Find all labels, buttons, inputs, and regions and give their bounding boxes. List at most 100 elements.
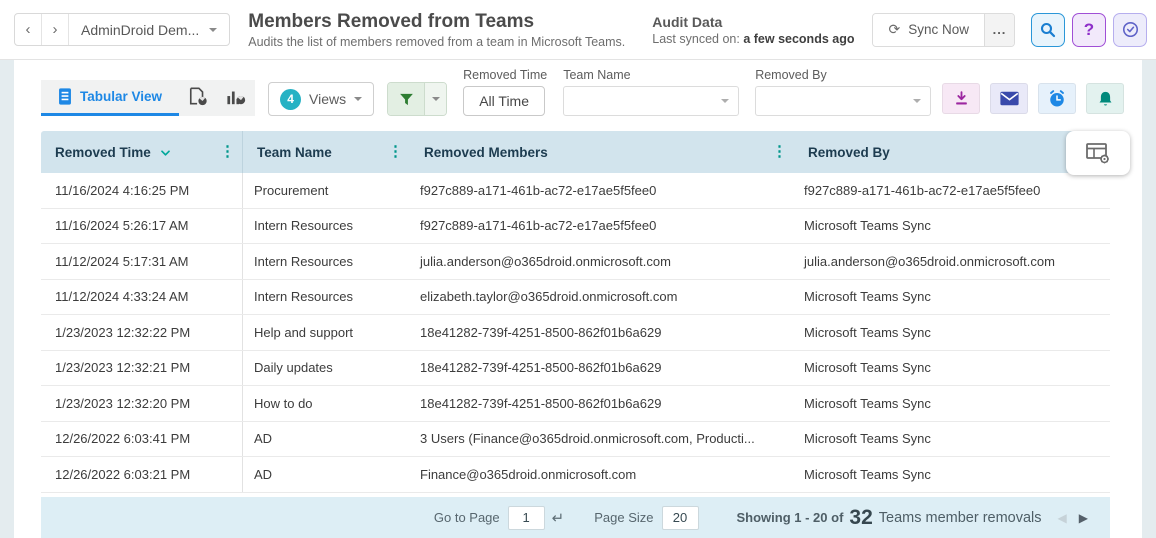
table-cell: Microsoft Teams Sync (804, 395, 931, 411)
table-cell: 12/26/2022 6:03:41 PM (41, 421, 243, 456)
pagination: ◀ ▶ (1058, 511, 1088, 525)
table-cell: Procurement (254, 182, 329, 198)
prev-page-icon[interactable]: ◀ (1058, 511, 1067, 525)
table-cell: 11/12/2024 4:33:24 AM (41, 279, 243, 314)
back-button[interactable]: ‹ (15, 14, 42, 45)
column-header-removed-members[interactable]: Removed Members ⋮ (410, 131, 794, 173)
column-header-removed-by[interactable]: Removed By ⋮ (794, 131, 1110, 173)
tenant-name: AdminDroid Dem... (81, 21, 200, 38)
chevron-down-icon (721, 99, 730, 107)
filter-button[interactable] (388, 83, 425, 115)
table-cell: 3 Users (Finance@o365droid.onmicrosoft.c… (420, 431, 755, 447)
table-cell: AD (254, 431, 273, 447)
filter-team-name: Team Name (563, 68, 740, 116)
help-button[interactable]: ? (1072, 12, 1106, 47)
schedule-report-button[interactable] (1038, 83, 1076, 114)
table-row[interactable]: 11/16/2024 4:16:25 PM Procurement f927c889… (41, 173, 1110, 209)
audit-data-block: Audit Data Last synced on: a few seconds… (652, 14, 854, 46)
column-header-removed-time[interactable]: Removed Time ⋮ (41, 131, 243, 173)
team-name-select[interactable] (563, 86, 740, 116)
tab-report-settings[interactable] (179, 80, 217, 116)
showing-total: 32 (849, 505, 873, 529)
alarm-clock-icon (1050, 89, 1064, 106)
filter-split-button (387, 82, 448, 116)
search-button[interactable] (1031, 12, 1065, 47)
sync-now-button[interactable]: ⟳ Sync Now (873, 13, 984, 46)
column-label: Removed Members (424, 144, 548, 160)
enter-icon[interactable]: ↵ (552, 509, 565, 527)
table-cell: 1/23/2023 12:32:21 PM (41, 350, 243, 385)
chevron-down-icon (431, 97, 440, 105)
column-label: Removed By (808, 144, 890, 160)
table-cell: 18e41282-739f-4251-8500-862f01b6a629 (420, 360, 662, 376)
table-row[interactable]: 1/23/2023 12:32:20 PM How to do 18e41282-7… (41, 386, 1110, 422)
column-label: Removed Time (55, 144, 151, 160)
filter-removed-by-label: Removed By (755, 68, 827, 82)
views-count-badge: 4 (280, 88, 302, 110)
table-row[interactable]: 11/16/2024 5:26:17 AM Intern Resources f92… (41, 208, 1110, 244)
table-cell: 11/12/2024 5:17:31 AM (41, 244, 243, 279)
tenant-dropdown[interactable]: AdminDroid Dem... (69, 14, 229, 45)
funnel-icon (399, 93, 413, 105)
column-menu-icon[interactable]: ⋮ (772, 144, 787, 159)
page-title: Members Removed from Teams (248, 10, 535, 32)
table-cell: Microsoft Teams Sync (804, 431, 931, 447)
download-icon (955, 91, 967, 105)
removed-by-select[interactable] (755, 86, 932, 116)
table-row[interactable]: 11/12/2024 4:33:24 AM Intern Resources eli… (41, 279, 1110, 315)
goto-page-input[interactable] (507, 505, 545, 530)
search-icon (1040, 22, 1056, 37)
views-dropdown[interactable]: 4 Views (268, 82, 375, 116)
table-row[interactable]: 1/23/2023 12:32:21 PM Daily updates 18e412… (41, 350, 1110, 386)
tab-tabular-view[interactable]: Tabular View (41, 80, 180, 116)
alerts-button[interactable] (1086, 83, 1124, 114)
table-cell: Microsoft Teams Sync (804, 466, 931, 482)
report-card: Tabular View 4 Views Removed Time All Ti… (14, 60, 1142, 538)
table-cell: Microsoft Teams Sync (804, 289, 931, 305)
column-settings-button[interactable] (1066, 131, 1130, 175)
sync-more-button[interactable]: ... (984, 13, 1014, 46)
clock-check-icon (1122, 21, 1138, 38)
filter-team-name-label: Team Name (563, 68, 631, 82)
last-synced-value: a few seconds ago (743, 31, 855, 46)
column-header-team-name[interactable]: Team Name ⋮ (243, 131, 410, 173)
table-cell: Finance@o365droid.onmicrosoft.com (420, 466, 637, 482)
table-cell: julia.anderson@o365droid.onmicrosoft.com (420, 253, 671, 269)
next-page-icon[interactable]: ▶ (1079, 511, 1088, 525)
export-download-button[interactable] (942, 83, 980, 114)
table-cell: 11/16/2024 5:26:17 AM (41, 208, 243, 243)
table-cell: Microsoft Teams Sync (804, 360, 931, 376)
table-cell: Microsoft Teams Sync (804, 324, 931, 340)
forward-button[interactable]: › (42, 14, 69, 45)
filter-options-button[interactable] (424, 83, 447, 115)
removed-time-filter-value[interactable]: All Time (463, 86, 546, 116)
task-status-button[interactable] (1113, 12, 1147, 47)
table-cell: 1/23/2023 12:32:20 PM (41, 386, 243, 421)
last-synced-label: Last synced on: (652, 31, 740, 46)
table-cell: How to do (254, 395, 313, 411)
column-menu-icon[interactable]: ⋮ (388, 144, 403, 159)
chevron-down-icon (209, 27, 218, 36)
sort-desc-icon[interactable] (160, 150, 171, 157)
filter-removed-by: Removed By (755, 68, 932, 116)
sync-split-button: ⟳ Sync Now ... (872, 12, 1015, 47)
table-cell: AD (254, 466, 273, 482)
refresh-icon: ⟳ (888, 21, 901, 37)
goto-page-label: Go to Page (433, 510, 500, 525)
document-icon (59, 88, 71, 105)
email-report-button[interactable] (990, 83, 1028, 114)
table-row[interactable]: 1/23/2023 12:32:22 PM Help and support 18e… (41, 315, 1110, 351)
table-cell: Microsoft Teams Sync (804, 218, 931, 234)
table-cell: Daily updates (254, 360, 333, 376)
table-row[interactable]: 12/26/2022 6:03:41 PM AD 3 Users (Finance@… (41, 421, 1110, 457)
table-header: Removed Time ⋮ Team Name ⋮ Removed Membe… (41, 131, 1110, 173)
page-size-label: Page Size (594, 510, 654, 525)
table-row[interactable]: 11/12/2024 5:17:31 AM Intern Resources jul… (41, 244, 1110, 280)
table-cell: f927c889-a171-461b-ac72-e17ae5f5fee0 (804, 182, 1041, 198)
page-size-input[interactable] (661, 505, 699, 530)
tab-chart-view[interactable] (217, 80, 255, 116)
table-row[interactable]: 12/26/2022 6:03:21 PM AD Finance@o365droid… (41, 457, 1110, 493)
title-block: Members Removed from Teams Audits the li… (248, 11, 625, 49)
column-menu-icon[interactable]: ⋮ (220, 144, 235, 159)
chevron-down-icon (354, 97, 363, 105)
